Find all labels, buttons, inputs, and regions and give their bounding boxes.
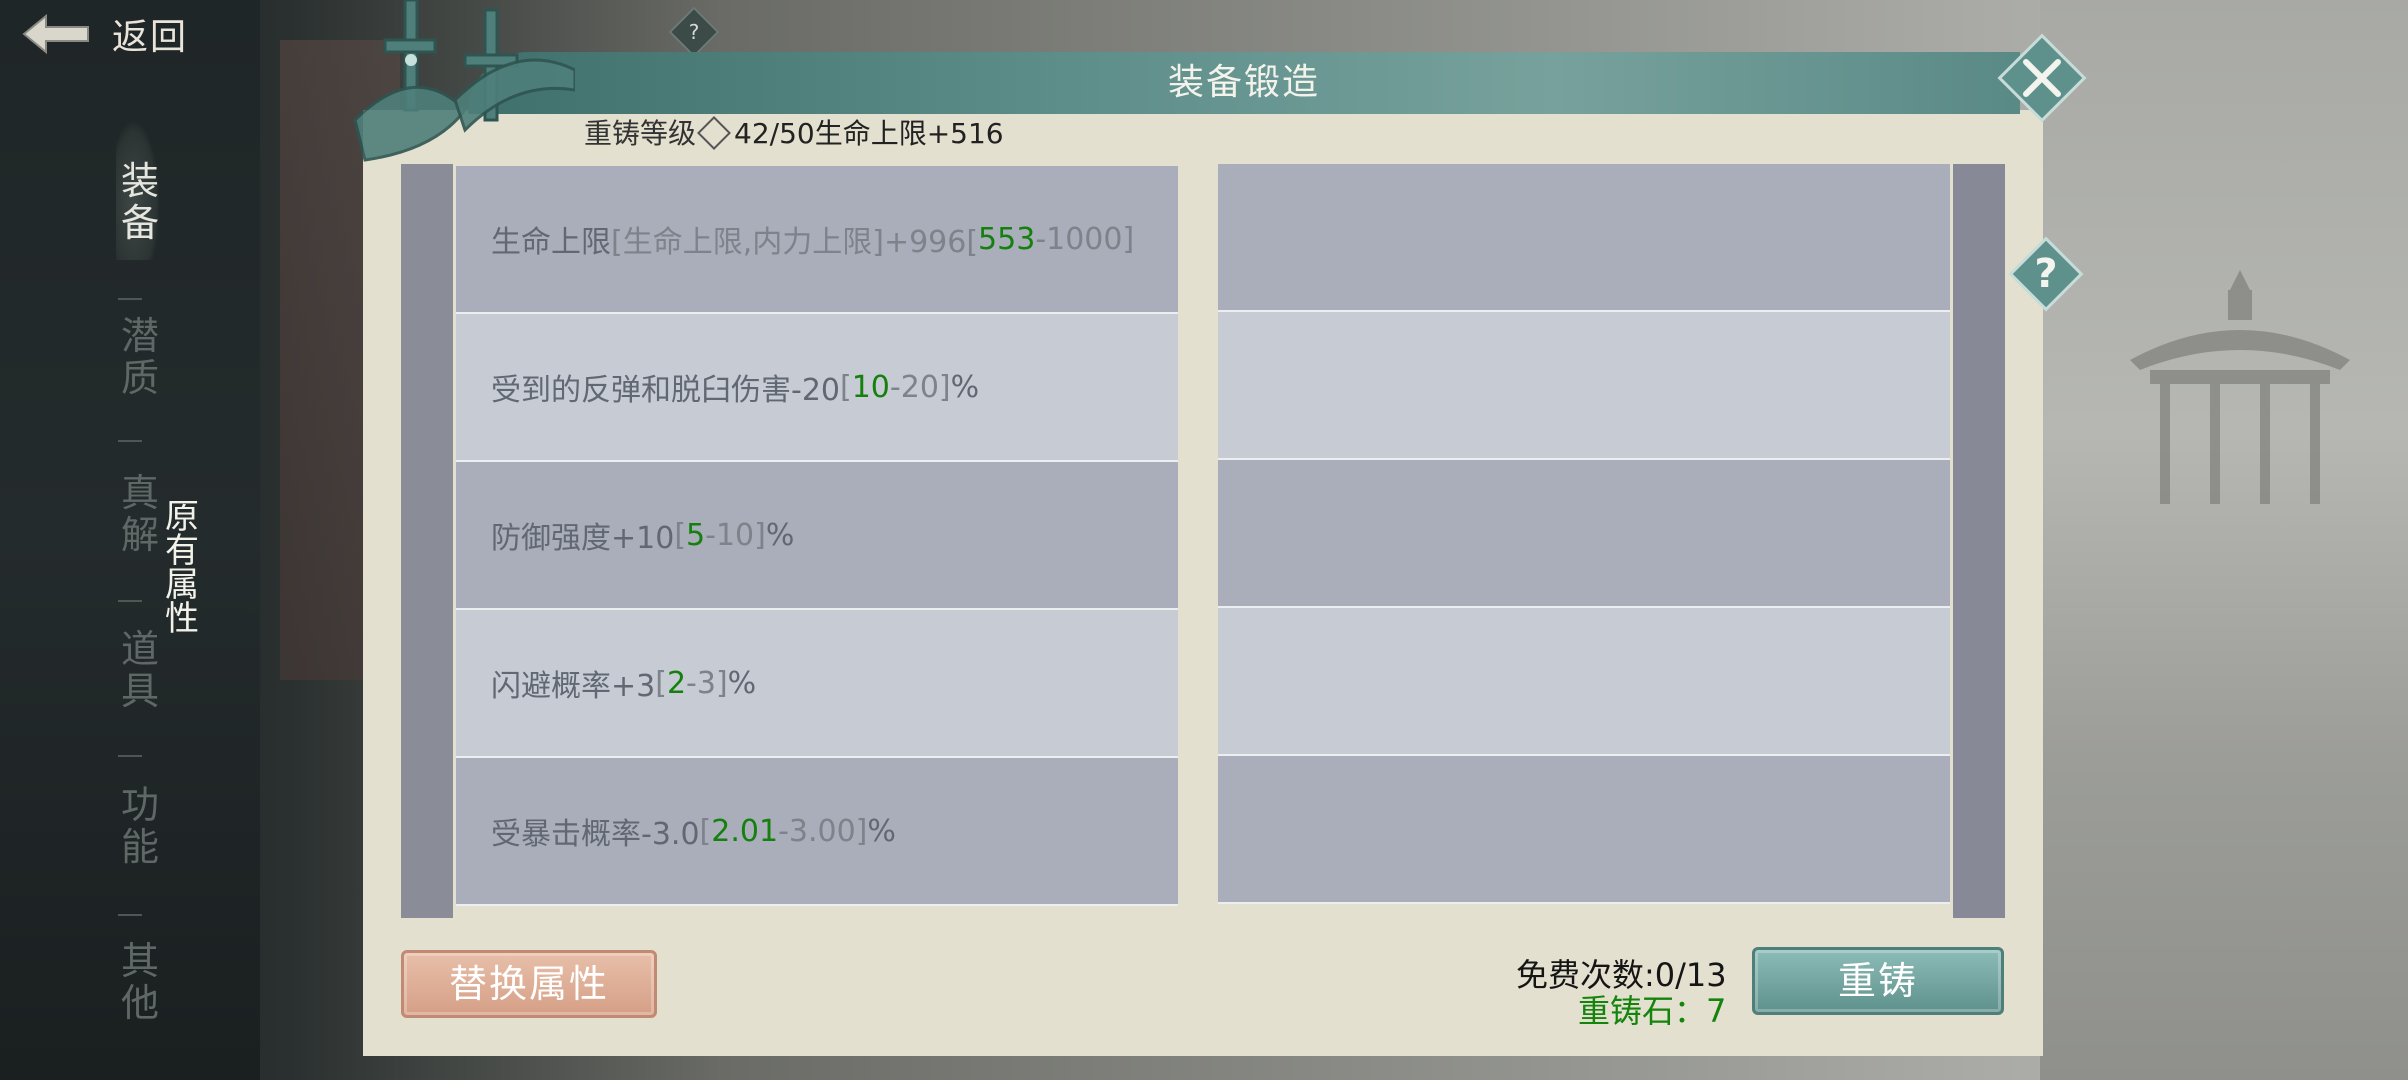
back-button[interactable]: 返回 <box>20 6 188 62</box>
diamond-icon <box>697 116 731 150</box>
question-icon: ? <box>688 20 700 44</box>
recast-level: 重铸等级 42/50生命上限+516 <box>584 112 1004 152</box>
tab-divider <box>118 600 142 602</box>
table-right-border <box>1953 164 2005 918</box>
recast-attributes-list <box>1218 164 1950 904</box>
close-icon[interactable] <box>1994 30 2090 126</box>
tab-divider <box>118 440 142 442</box>
replace-attributes-button[interactable]: 替换属性 <box>401 950 657 1018</box>
tab-divider <box>118 755 142 757</box>
tab-functions[interactable]: 功 能 <box>110 784 170 868</box>
tab-potential[interactable]: 潜 质 <box>110 315 170 399</box>
tab-divider <box>118 914 142 916</box>
tab-items[interactable]: 道 具 <box>110 628 170 712</box>
background-fog <box>2040 0 2408 1080</box>
attribute-row[interactable]: 受暴击概率-3.0[2.01 -3.00]% <box>456 758 1178 906</box>
panel-title: 装备锻造 <box>1167 62 1320 103</box>
recast-attribute-row <box>1218 756 1950 904</box>
recast-level-value: 42/50生命上限+516 <box>734 117 1004 150</box>
tab-true-understanding[interactable]: 真 解 <box>110 472 170 556</box>
panel-header: 装备锻造 <box>468 52 2020 114</box>
back-arrow-icon <box>22 13 89 55</box>
table-left-border <box>401 164 453 918</box>
recast-level-label: 重铸等级 <box>584 117 697 150</box>
recast-attribute-row <box>1218 608 1950 756</box>
original-attributes-list: 生命上限 [生命上限,内力上限]+996[553 -1000] 受到的反弹和脱臼伤害… <box>456 166 1178 906</box>
top-help-button[interactable]: ? <box>668 6 720 58</box>
help-button[interactable]: ? <box>2006 234 2086 314</box>
tab-other[interactable]: 其 他 <box>110 940 170 1024</box>
recast-attribute-row <box>1218 312 1950 460</box>
attribute-row[interactable]: 闪避概率+3[2 -3]% <box>456 610 1178 758</box>
tab-divider <box>118 298 142 300</box>
attribute-row[interactable]: 生命上限 [生命上限,内力上限]+996[553 -1000] <box>456 166 1178 314</box>
attribute-row[interactable]: 受到的反弹和脱臼伤害-20[10 -20]% <box>456 314 1178 462</box>
tab-equipment[interactable]: 装 备 <box>110 160 170 244</box>
recast-stone-count: 重铸石：7 <box>1578 992 1727 1030</box>
recast-attribute-row <box>1218 164 1950 312</box>
sword-decoration-icon <box>353 0 575 162</box>
help-label: ? <box>2034 251 2058 297</box>
back-label: 返回 <box>112 17 189 58</box>
recast-attribute-row <box>1218 460 1950 608</box>
attribute-row[interactable]: 防御强度+10[5 -10]% <box>456 462 1178 610</box>
pavilion-illustration <box>2130 270 2350 504</box>
recast-button[interactable]: 重铸 <box>1752 947 2004 1015</box>
subtab-original-attributes[interactable]: 原 有 属 性 <box>162 500 202 636</box>
